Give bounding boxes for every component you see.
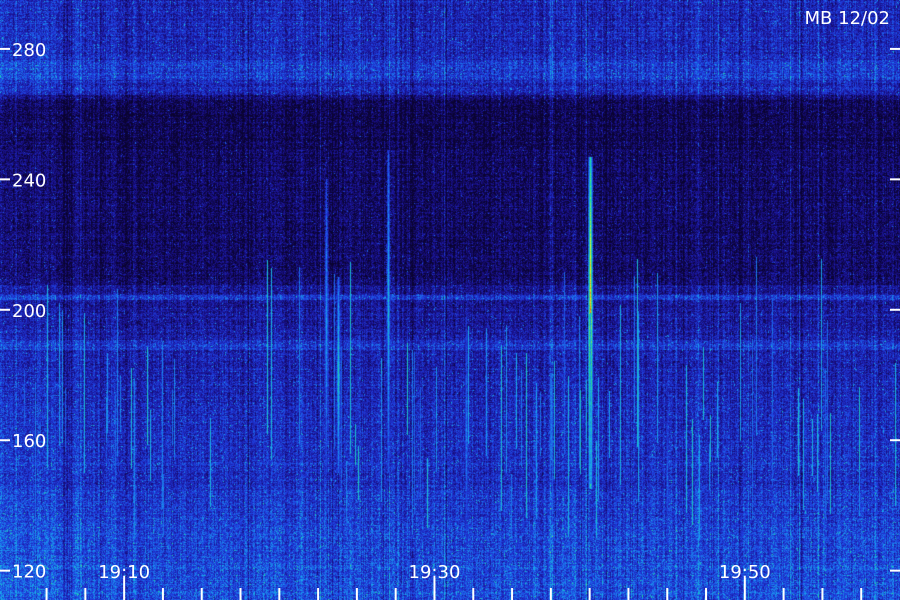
y-tick-label: 240 xyxy=(12,170,46,191)
spectrogram-chart: 120 160 200 240 280 19:10 19:30 19:50 MB 12/02 xyxy=(0,0,900,600)
axis-overlay: 120 160 200 240 280 19:10 19:30 19:50 MB 12/02 xyxy=(0,8,900,600)
station-date-label: MB 12/02 xyxy=(805,8,890,29)
y-tick-label: 200 xyxy=(12,301,46,322)
y-tick-label: 120 xyxy=(12,562,46,583)
x-tick-label: 19:10 xyxy=(98,562,150,583)
y-tick-label: 160 xyxy=(12,431,46,452)
tick-marks xyxy=(0,47,900,600)
tick-labels: 120 160 200 240 280 19:10 19:30 19:50 xyxy=(12,40,771,583)
x-tick-label: 19:30 xyxy=(409,562,461,583)
y-tick-label: 280 xyxy=(12,40,46,61)
x-tick-label: 19:50 xyxy=(719,562,771,583)
